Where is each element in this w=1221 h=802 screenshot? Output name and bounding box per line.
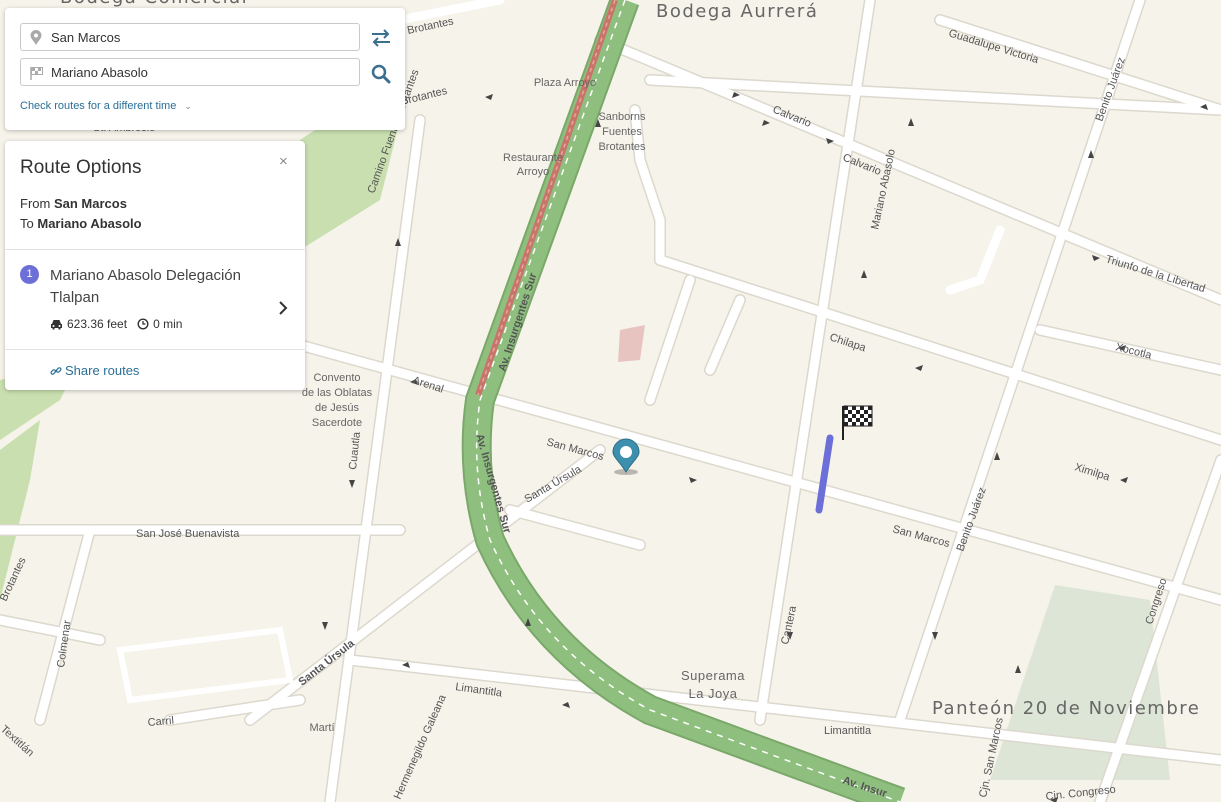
poi-convento-1: Convento: [313, 372, 360, 384]
to-place: Mariano Abasolo: [37, 216, 142, 231]
share-routes-label: Share routes: [65, 363, 140, 378]
route-options-title: Route Options: [20, 157, 142, 178]
from-prefix: From: [20, 196, 51, 211]
link-icon: [50, 366, 62, 375]
clock-icon: [137, 318, 149, 330]
poi-convento-4: Sacerdote: [312, 417, 362, 429]
poi-convento-2: de las Oblatas: [302, 387, 373, 399]
chevron-right-icon[interactable]: [277, 300, 289, 316]
poi-bodega-comercial: Bodega Comercial: [60, 0, 248, 8]
flag-icon: [30, 67, 43, 80]
from-line: From San Marcos: [20, 196, 127, 211]
time-link-label: Check routes for a different time: [20, 100, 177, 112]
route-options-panel: Route Options × From San Marcos To Maria…: [5, 141, 305, 390]
poi-marti: Martí: [309, 722, 334, 734]
poi-bodega-aurrera: Bodega Aurrerá: [656, 1, 818, 22]
poi-sanborns-1: Sanborns: [598, 111, 646, 123]
poi-restaurante-2: Arroyo: [517, 166, 549, 178]
chevron-down-icon: ⌄: [184, 101, 192, 111]
to-prefix: To: [20, 216, 34, 231]
street-label-san-jose: San José Buenavista: [136, 528, 240, 540]
close-icon[interactable]: ×: [279, 153, 288, 170]
check-routes-time-link[interactable]: Check routes for a different time ⌄: [20, 100, 192, 112]
to-line: To Mariano Abasolo: [20, 216, 142, 231]
poi-restaurante-1: Restaurante: [503, 152, 563, 164]
route-meta: 623.36 feet 0 min: [50, 317, 182, 331]
poi-superama-2: La Joya: [688, 686, 737, 701]
divider: [5, 349, 305, 350]
car-icon: [51, 319, 62, 329]
route-number-badge: 1: [20, 265, 39, 284]
route-time: 0 min: [153, 317, 183, 331]
poi-convento-3: de Jesús: [315, 402, 360, 414]
route-name: Mariano Abasolo Delegación Tlalpan: [50, 267, 241, 306]
route-distance: 623.36 feet: [67, 317, 128, 331]
to-input[interactable]: [51, 59, 351, 85]
poi-sanborns-2: Fuentes: [602, 126, 642, 138]
route-option-item[interactable]: 1 Mariano Abasolo Delegación Tlalpan 623…: [5, 250, 305, 350]
poi-panteon: Panteón 20 de Noviembre: [932, 698, 1200, 719]
to-field[interactable]: [20, 58, 360, 86]
from-field[interactable]: [20, 23, 360, 51]
street-label-limantitla-2: Limantitla: [824, 725, 872, 737]
route-search-panel: Check routes for a different time ⌄: [5, 8, 405, 130]
from-place: San Marcos: [53, 196, 127, 211]
swap-arrows-icon[interactable]: [369, 26, 393, 50]
poi-plaza-arroyo: Plaza Arroyo: [534, 77, 596, 89]
street-label-carril: Carril: [147, 715, 174, 729]
location-pin-icon: [30, 30, 42, 45]
poi-sanborns-3: Brotantes: [598, 141, 646, 153]
poi-superama-1: Superama: [681, 668, 745, 683]
search-icon[interactable]: [369, 62, 393, 86]
from-input[interactable]: [51, 24, 351, 50]
share-routes-link[interactable]: Share routes: [50, 363, 139, 378]
